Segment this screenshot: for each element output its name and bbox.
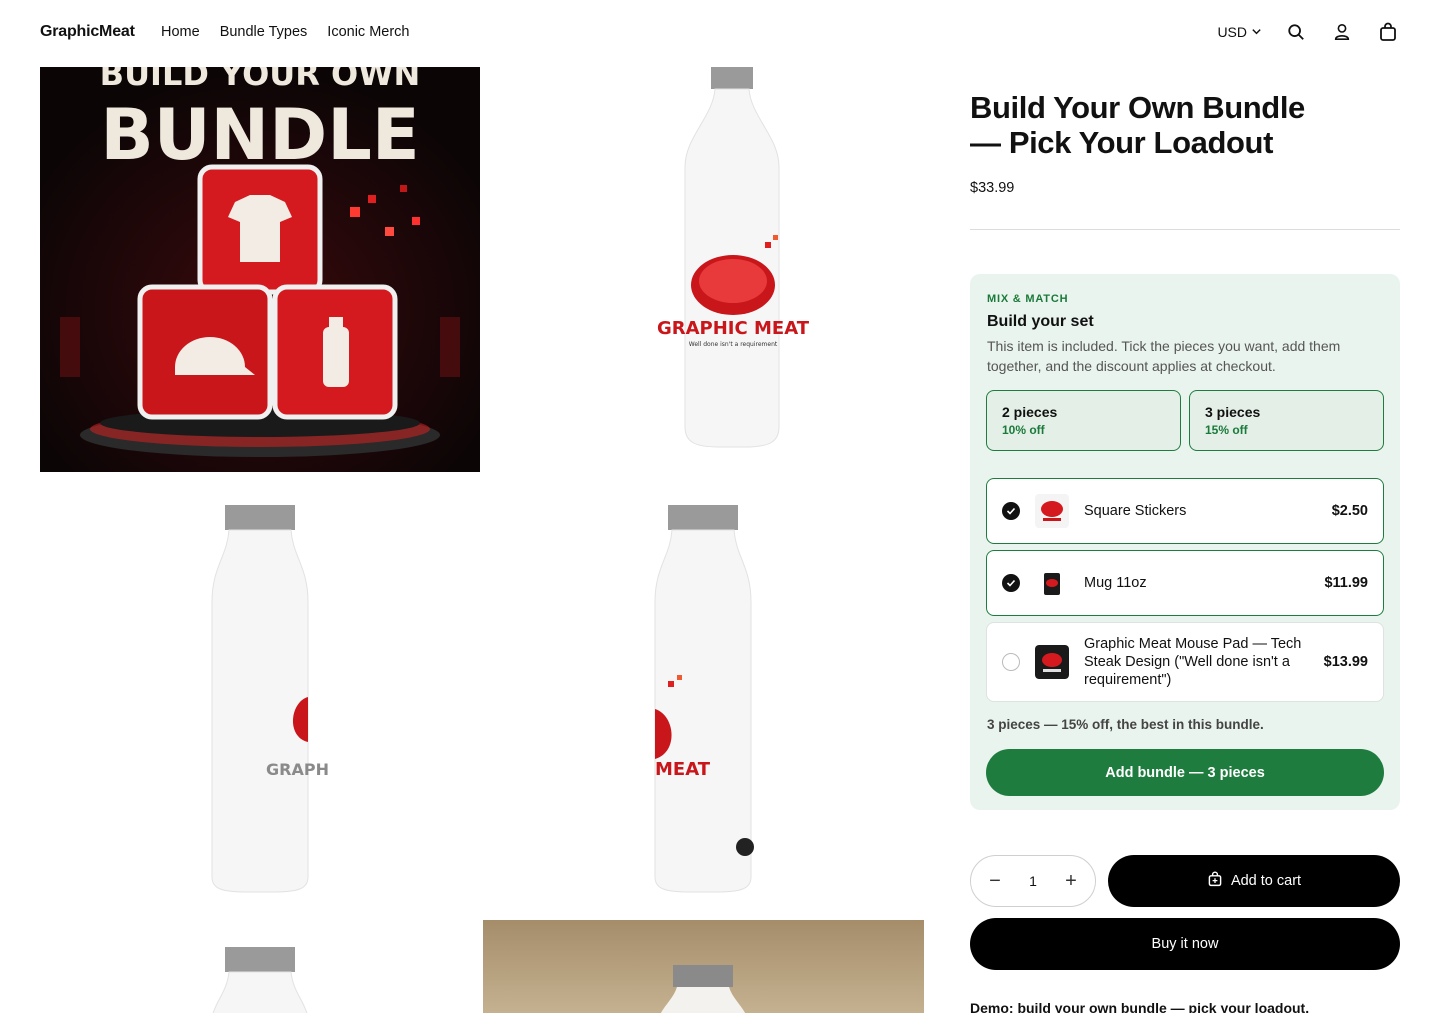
product-info: Build Your Own Bundle — Pick Your Loadou… bbox=[970, 90, 1400, 196]
gallery-image-bottle-bottom-left[interactable] bbox=[40, 937, 480, 1013]
tier-name: 3 pieces bbox=[1205, 404, 1261, 420]
mix-and-match-panel: MIX & MATCH Build your set This item is … bbox=[970, 274, 1400, 810]
gallery-image-bottle-side-right[interactable]: MEAT bbox=[483, 497, 924, 917]
tier-name: 2 pieces bbox=[1002, 404, 1058, 420]
site-header: GraphicMeat Home Bundle Types Iconic Mer… bbox=[0, 0, 1440, 66]
gallery-image-bottle-front[interactable]: GRAPHIC MEAT Well done isn't a requireme… bbox=[483, 67, 924, 472]
divider bbox=[970, 229, 1400, 230]
cart-add-icon bbox=[1207, 871, 1223, 891]
bundle-item-mug[interactable]: Mug 11oz $11.99 bbox=[986, 550, 1384, 616]
item-name: Mug 11oz bbox=[1084, 575, 1147, 591]
item-price: $2.50 bbox=[1331, 503, 1368, 519]
item-price: $13.99 bbox=[1323, 654, 1368, 670]
gallery-image-bottle-lifestyle[interactable] bbox=[483, 920, 924, 1013]
product-price: $33.99 bbox=[970, 180, 1015, 196]
hero-text-main: BUNDLE bbox=[100, 94, 419, 176]
checkbox-checked-icon[interactable] bbox=[1002, 574, 1020, 592]
tier-option-2-pieces[interactable]: 2 pieces 10% off bbox=[986, 390, 1181, 451]
add-bundle-button[interactable]: Add bundle — 3 pieces bbox=[986, 749, 1384, 796]
nav-home[interactable]: Home bbox=[161, 24, 200, 40]
add-to-cart-label: Add to cart bbox=[1230, 873, 1302, 889]
search-icon[interactable] bbox=[1284, 20, 1308, 44]
item-name: Square Stickers bbox=[1084, 503, 1187, 519]
currency-label: USD bbox=[1217, 24, 1247, 40]
brand-logo[interactable]: GraphicMeat bbox=[40, 23, 135, 41]
mouse-pad-thumbnail bbox=[1035, 645, 1069, 679]
cart-icon[interactable] bbox=[1376, 20, 1400, 44]
quantity-value[interactable]: 1 bbox=[1029, 873, 1037, 889]
quantity-stepper: − 1 + bbox=[970, 855, 1096, 907]
demo-description: Demo: build your own bundle — pick your … bbox=[970, 1000, 1310, 1013]
nav-iconic-merch[interactable]: Iconic Merch bbox=[327, 24, 409, 40]
increment-button[interactable]: + bbox=[1063, 870, 1079, 893]
item-price: $11.99 bbox=[1324, 575, 1368, 591]
sticker-thumbnail bbox=[1035, 494, 1069, 528]
bundle-discount-note: 3 pieces — 15% off, the best in this bun… bbox=[987, 717, 1264, 732]
tier-discount: 15% off bbox=[1205, 423, 1248, 437]
tier-discount: 10% off bbox=[1002, 423, 1045, 437]
mug-thumbnail bbox=[1035, 566, 1069, 600]
mix-title: Build your set bbox=[987, 313, 1094, 330]
mix-description: This item is included. Tick the pieces y… bbox=[987, 338, 1341, 374]
product-gallery: BUILD YOUR OWN BUNDLE GRAPHIC MEAT Well … bbox=[40, 67, 924, 1013]
bundle-item-square-stickers[interactable]: Square Stickers $2.50 bbox=[986, 478, 1384, 544]
item-name: Graphic Meat Mouse Pad — Tech Steak Desi… bbox=[1084, 636, 1302, 688]
bottle-partial-logo-right: MEAT bbox=[655, 759, 711, 780]
bundle-item-mouse-pad[interactable]: Graphic Meat Mouse Pad — Tech Steak Desi… bbox=[986, 622, 1384, 702]
add-to-cart-button[interactable]: Add to cart bbox=[1108, 855, 1400, 907]
decrement-button[interactable]: − bbox=[987, 870, 1003, 893]
buy-now-button[interactable]: Buy it now bbox=[970, 918, 1400, 970]
checkbox-checked-icon[interactable] bbox=[1002, 502, 1020, 520]
gallery-image-bundle-hero[interactable]: BUILD YOUR OWN BUNDLE bbox=[40, 67, 480, 472]
mix-eyebrow: MIX & MATCH bbox=[987, 293, 1069, 305]
bottle-tagline: Well done isn't a requirement bbox=[689, 341, 778, 348]
main-nav: Home Bundle Types Iconic Merch bbox=[161, 24, 410, 40]
bottle-partial-logo-left: GRAPH bbox=[266, 760, 329, 779]
header-actions: USD bbox=[1217, 20, 1400, 44]
currency-selector[interactable]: USD bbox=[1217, 24, 1262, 40]
nav-bundle-types[interactable]: Bundle Types bbox=[220, 24, 308, 40]
tier-option-3-pieces[interactable]: 3 pieces 15% off bbox=[1189, 390, 1384, 451]
hero-text-top: BUILD YOUR OWN bbox=[100, 67, 421, 93]
gallery-image-bottle-side-left[interactable]: GRAPH bbox=[40, 497, 480, 917]
account-icon[interactable] bbox=[1330, 20, 1354, 44]
checkbox-unchecked-icon[interactable] bbox=[1002, 653, 1020, 671]
bottle-logo-text: GRAPHIC MEAT bbox=[657, 318, 810, 339]
product-title: Build Your Own Bundle — Pick Your Loadou… bbox=[970, 90, 1305, 160]
chevron-down-icon bbox=[1251, 24, 1262, 40]
